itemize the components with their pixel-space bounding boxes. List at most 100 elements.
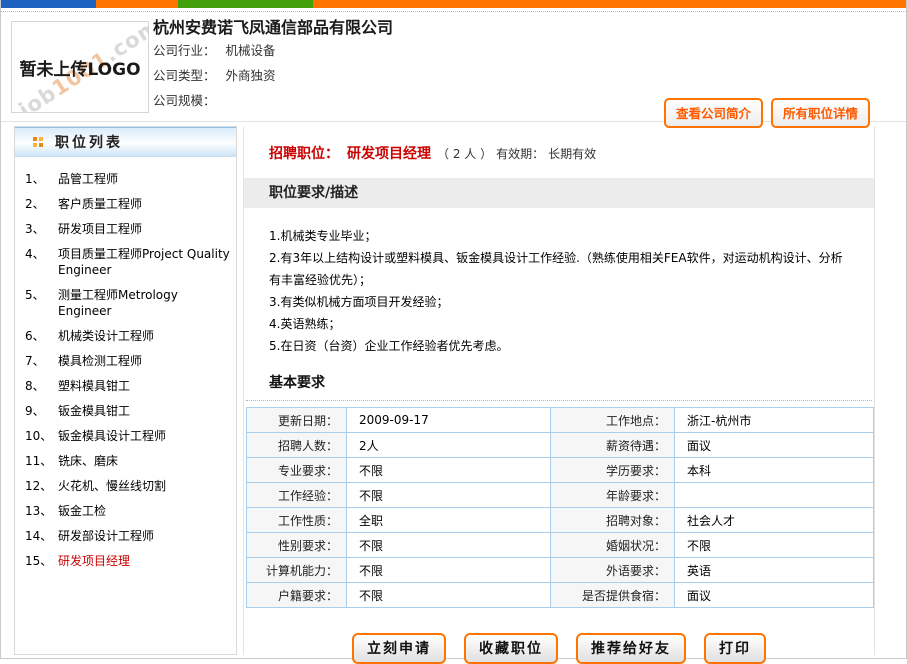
header-button[interactable]: 所有职位详情 (771, 98, 870, 128)
table-value-cell: 面议 (675, 583, 874, 608)
table-row: 工作经验：不限年龄要求： (247, 483, 874, 508)
action-button[interactable]: 收藏职位 (464, 633, 558, 664)
job-item-label: 模具检测工程师 (58, 353, 230, 369)
topbar-orange-long-segment (313, 0, 906, 8)
table-label-cell: 专业要求： (247, 458, 347, 483)
action-button[interactable]: 打印 (704, 633, 766, 664)
job-title-label: 招聘职位： (269, 146, 339, 162)
job-item-label: 客户质量工程师 (58, 196, 230, 212)
job-item-number: 14、 (25, 528, 58, 544)
basic-requirements-header: 基本要求 (246, 372, 872, 401)
topbar-green-segment (178, 0, 313, 8)
company-field-label: 公司行业： (153, 43, 216, 58)
sidebar-job-item[interactable]: 3、研发项目工程师 (15, 221, 236, 237)
table-label-cell: 工作地点： (551, 408, 675, 433)
job-detail-panel: 招聘职位：研发项目经理（ 2 人 ）有效期：长期有效 职位要求/描述 1.机械类… (243, 126, 875, 655)
header-buttons: 查看公司简介所有职位详情 (656, 98, 870, 128)
top-color-bar (1, 0, 906, 8)
table-label-cell: 是否提供食宿： (551, 583, 675, 608)
page: job1001.com 暂未上传LOGO 杭州安费诺飞凤通信部品有限公司 公司行… (0, 0, 907, 659)
job-item-label: 研发部设计工程师 (58, 528, 230, 544)
sidebar-job-item[interactable]: 15、研发项目经理 (15, 553, 236, 569)
sidebar-job-item[interactable]: 4、项目质量工程师Project Quality Engineer (15, 246, 236, 278)
sidebar-job-item[interactable]: 7、模具检测工程师 (15, 353, 236, 369)
description-line: 4.英语熟练； (269, 313, 846, 335)
table-label-cell: 外语要求： (551, 558, 675, 583)
table-value-cell: 浙江-杭州市 (675, 408, 874, 433)
action-button[interactable]: 推荐给好友 (576, 633, 686, 664)
table-value-cell: 2009-09-17 (347, 408, 551, 433)
table-label-cell: 工作经验： (247, 483, 347, 508)
job-item-label: 品管工程师 (58, 171, 230, 187)
sidebar-job-item[interactable]: 10、钣金模具设计工程师 (15, 428, 236, 444)
table-row: 招聘人数：2人薪资待遇：面议 (247, 433, 874, 458)
table-value-cell: 不限 (347, 583, 551, 608)
company-info: 杭州安费诺飞凤通信部品有限公司 公司行业： 机械设备公司类型：外商独资公司规模： (153, 18, 393, 113)
job-item-label: 塑料模具钳工 (58, 378, 230, 394)
table-label-cell: 学历要求： (551, 458, 675, 483)
sidebar-job-item[interactable]: 8、塑料模具钳工 (15, 378, 236, 394)
company-field: 公司规模： (153, 88, 393, 113)
basic-requirements-table: 更新日期：2009-09-17工作地点：浙江-杭州市招聘人数：2人薪资待遇：面议… (246, 407, 874, 608)
action-button[interactable]: 立刻申请 (352, 633, 446, 664)
table-label-cell: 性别要求： (247, 533, 347, 558)
sidebar-job-item[interactable]: 11、铣床、磨床 (15, 453, 236, 469)
company-field: 公司行业： 机械设备 (153, 38, 393, 63)
sidebar-job-item[interactable]: 12、火花机、慢丝线切割 (15, 478, 236, 494)
company-name: 杭州安费诺飞凤通信部品有限公司 (153, 18, 393, 38)
job-item-number: 6、 (25, 328, 58, 344)
job-item-label: 铣床、磨床 (58, 453, 230, 469)
table-value-cell: 不限 (347, 533, 551, 558)
sidebar-job-item[interactable]: 13、钣金工检 (15, 503, 236, 519)
sidebar-job-item[interactable]: 2、客户质量工程师 (15, 196, 236, 212)
job-item-number: 12、 (25, 478, 58, 494)
header-button[interactable]: 查看公司简介 (664, 98, 763, 128)
table-value-cell: 全职 (347, 508, 551, 533)
job-item-label: 火花机、慢丝线切割 (58, 478, 230, 494)
sidebar-job-item[interactable]: 1、品管工程师 (15, 171, 236, 187)
company-field-value: 机械设备 (226, 43, 276, 58)
job-item-number: 4、 (25, 246, 58, 278)
table-row: 计算机能力：不限外语要求：英语 (247, 558, 874, 583)
table-row: 工作性质：全职招聘对象：社会人才 (247, 508, 874, 533)
table-label-cell: 计算机能力： (247, 558, 347, 583)
company-field: 公司类型：外商独资 (153, 63, 393, 88)
sidebar-job-item[interactable]: 5、测量工程师Metrology Engineer (15, 287, 236, 319)
job-item-label: 钣金模具钳工 (58, 403, 230, 419)
table-value-cell: 面议 (675, 433, 874, 458)
table-value-cell: 2人 (347, 433, 551, 458)
job-item-number: 15、 (25, 553, 58, 569)
job-item-label: 钣金模具设计工程师 (58, 428, 230, 444)
topbar-orange-segment (96, 0, 178, 8)
table-value-cell: 不限 (347, 483, 551, 508)
job-title-row: 招聘职位：研发项目经理（ 2 人 ）有效期：长期有效 (269, 143, 874, 163)
job-item-number: 7、 (25, 353, 58, 369)
job-item-number: 8、 (25, 378, 58, 394)
table-row: 专业要求：不限学历要求：本科 (247, 458, 874, 483)
job-list-header: 职位列表 (15, 127, 236, 157)
content: 职位列表 1、品管工程师2、客户质量工程师3、研发项目工程师4、项目质量工程师P… (1, 122, 906, 655)
company-logo-placeholder: job1001.com 暂未上传LOGO (11, 21, 149, 113)
sidebar-job-item[interactable]: 9、钣金模具钳工 (15, 403, 236, 419)
sidebar-job-item[interactable]: 6、机械类设计工程师 (15, 328, 236, 344)
validity-value: 长期有效 (548, 147, 596, 161)
job-item-label: 研发项目经理 (58, 553, 230, 569)
job-item-label: 研发项目工程师 (58, 221, 230, 237)
job-headcount: （ 2 人 ） (437, 147, 492, 161)
table-value-cell: 本科 (675, 458, 874, 483)
job-item-label: 测量工程师Metrology Engineer (58, 287, 230, 319)
grid-squares-icon (33, 137, 43, 147)
table-label-cell: 招聘对象： (551, 508, 675, 533)
job-item-number: 1、 (25, 171, 58, 187)
job-item-number: 2、 (25, 196, 58, 212)
job-item-number: 9、 (25, 403, 58, 419)
company-field-label: 公司类型： (153, 68, 216, 83)
topbar-blue-segment (1, 0, 96, 8)
job-description: 1.机械类专业毕业；2.有3年以上结构设计或塑料模具、钣金模具设计工作经验.（熟… (269, 225, 846, 357)
table-value-cell: 社会人才 (675, 508, 874, 533)
validity-label: 有效期： (496, 147, 544, 161)
job-list-title: 职位列表 (55, 132, 123, 152)
description-line: 3.有类似机械方面项目开发经验； (269, 291, 846, 313)
sidebar-job-item[interactable]: 14、研发部设计工程师 (15, 528, 236, 544)
requirements-section-header: 职位要求/描述 (244, 178, 874, 208)
